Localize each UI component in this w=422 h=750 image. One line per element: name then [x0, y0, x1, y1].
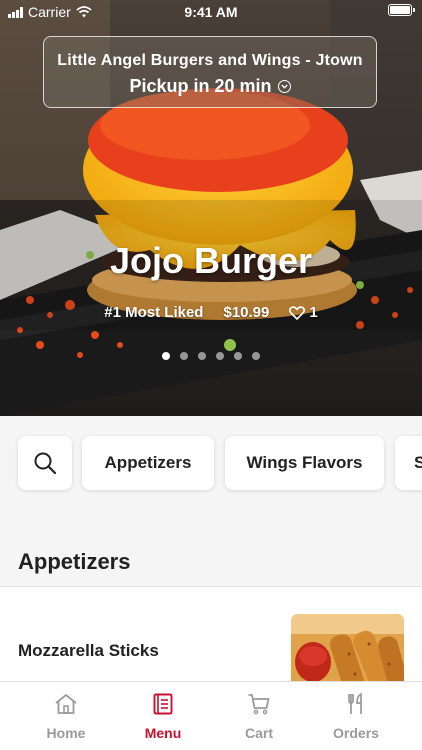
- tab-cart-label: Cart: [244, 725, 273, 741]
- likes-count: 1: [309, 304, 318, 321]
- carousel-dots[interactable]: [0, 352, 422, 360]
- category-chip-wings-flavors[interactable]: Wings Flavors: [225, 436, 384, 490]
- heart-icon: [289, 305, 306, 320]
- category-bar[interactable]: Appetizers Wings Flavors S: [0, 416, 422, 510]
- store-pickup-card[interactable]: Little Angel Burgers and Wings - Jtown P…: [43, 36, 377, 108]
- pickup-time[interactable]: Pickup in 20 min: [44, 76, 376, 97]
- search-button[interactable]: [18, 436, 72, 490]
- carousel-dot[interactable]: [216, 352, 224, 360]
- tab-orders[interactable]: Orders: [308, 682, 404, 750]
- featured-price: $10.99: [223, 304, 270, 321]
- carousel-dot[interactable]: [252, 352, 260, 360]
- featured-meta: #1 Most Liked $10.99 1: [0, 304, 422, 321]
- category-chip-appetizers[interactable]: Appetizers: [82, 436, 214, 490]
- tab-menu-label: Menu: [144, 725, 182, 741]
- tab-home[interactable]: Home: [18, 682, 114, 750]
- featured-item-name: Jojo Burger: [109, 240, 313, 281]
- menu-list: Mozzarella Sticks: [0, 587, 422, 681]
- utensils-icon: [348, 692, 362, 714]
- status-bar: Carrier 9:41 AM: [0, 0, 422, 24]
- menu-icon: [153, 693, 173, 715]
- chevron-down-circle-icon: [277, 80, 291, 93]
- carousel-dot[interactable]: [198, 352, 206, 360]
- cart-icon: [248, 694, 270, 715]
- carousel-dot[interactable]: [162, 352, 170, 360]
- tab-home-label: Home: [46, 725, 86, 741]
- tab-bar: Home Menu Cart Orders: [0, 681, 422, 750]
- menu-item-name: Mozzarella Sticks: [18, 641, 159, 660]
- tab-orders-label: Orders: [333, 725, 379, 741]
- featured-hero[interactable]: Carrier 9:41 AM Little Angel Burgers and…: [0, 0, 422, 416]
- tab-cart[interactable]: Cart: [211, 682, 307, 750]
- menu-item[interactable]: Mozzarella Sticks: [0, 587, 422, 681]
- pickup-label: Pickup in 20 min: [129, 76, 272, 96]
- carousel-dot[interactable]: [234, 352, 242, 360]
- category-chip-next[interactable]: S: [395, 436, 422, 490]
- featured-likes[interactable]: 1: [289, 304, 318, 321]
- search-icon: [34, 452, 57, 475]
- store-name: Little Angel Burgers and Wings - Jtown: [57, 52, 363, 69]
- battery-icon: [388, 4, 415, 16]
- battery-indicator: [388, 4, 415, 16]
- home-icon: [55, 693, 77, 714]
- section-title: Appetizers: [18, 549, 131, 574]
- featured-tag: #1 Most Liked: [104, 304, 204, 321]
- tab-menu[interactable]: Menu: [115, 682, 211, 750]
- carousel-dot[interactable]: [180, 352, 188, 360]
- status-time: 9:41 AM: [184, 4, 238, 20]
- menu-item-photo: [291, 614, 404, 681]
